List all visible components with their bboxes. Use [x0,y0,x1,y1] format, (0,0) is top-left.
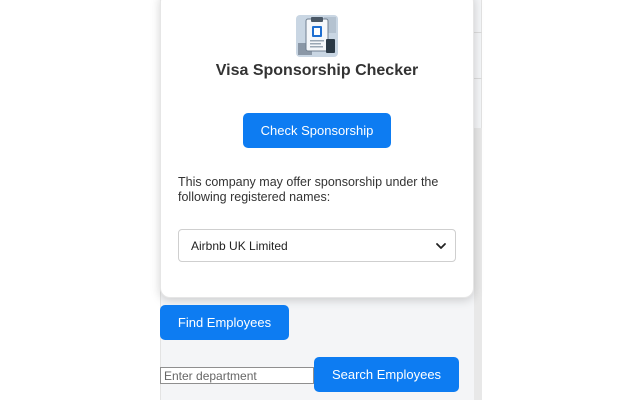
search-employees-button[interactable]: Search Employees [314,357,459,392]
chevron-down-icon [435,239,447,251]
find-employees-button[interactable]: Find Employees [160,305,289,340]
background-divider [474,78,482,79]
sponsorship-description: This company may offer sponsorship under… [178,175,439,204]
visa-document-icon [296,15,338,57]
check-sponsorship-button[interactable]: Check Sponsorship [243,113,391,148]
company-name-selected: Airbnb UK Limited [191,239,288,253]
popup-title: Visa Sponsorship Checker [215,62,419,79]
background-divider [474,32,482,33]
department-input[interactable] [160,367,314,384]
sponsorship-popup: Visa Sponsorship Checker Check Sponsorsh… [160,0,474,298]
company-name-select[interactable]: Airbnb UK Limited [178,229,456,262]
background-scroll-area [474,128,482,400]
